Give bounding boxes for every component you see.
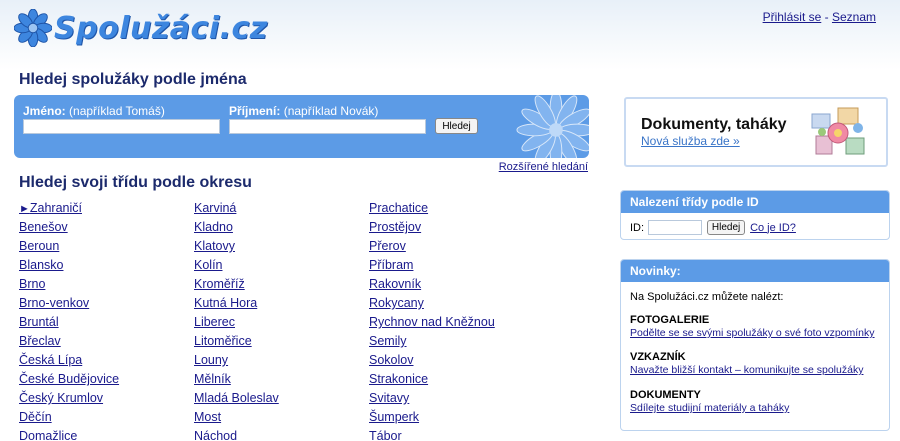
district-link[interactable]: Blansko <box>19 256 119 275</box>
district-link[interactable]: Prostějov <box>369 218 495 237</box>
seznam-link[interactable]: Seznam <box>832 10 876 24</box>
district-link[interactable]: Most <box>194 408 279 427</box>
district-column-3: Prachatice Prostějov Přerov Příbram Rako… <box>369 199 495 441</box>
district-link[interactable]: Liberec <box>194 313 279 332</box>
documents-promo[interactable]: Dokumenty, taháky Nová služba zde » <box>624 97 888 167</box>
district-link[interactable]: Strakonice <box>369 370 495 389</box>
district-link[interactable]: Kutná Hora <box>194 294 279 313</box>
district-link[interactable]: Kladno <box>194 218 279 237</box>
id-search-row: ID: Hledej Co je ID? <box>630 220 796 235</box>
district-link[interactable]: Semily <box>369 332 495 351</box>
advanced-search-link[interactable]: Rozšířené hledání <box>499 161 588 173</box>
district-link[interactable]: Bruntál <box>19 313 119 332</box>
logo-text: Spolužáci.cz <box>54 10 268 46</box>
first-name-hint: (například Tomáš) <box>69 104 165 118</box>
district-link[interactable]: Příbram <box>369 256 495 275</box>
district-link[interactable]: Tábor <box>369 427 495 441</box>
first-name-input[interactable] <box>23 119 220 134</box>
login-link[interactable]: Přihlásit se <box>763 10 822 24</box>
news-heading-photogallery: FOTOGALERIE <box>630 314 710 326</box>
last-name-input[interactable] <box>229 119 426 134</box>
district-link[interactable]: Mladá Boleslav <box>194 389 279 408</box>
district-column-1: ►Zahraničí Benešov Beroun Blansko Brno B… <box>19 199 119 441</box>
first-name-label: Jméno: (například Tomáš) <box>23 104 165 118</box>
district-link[interactable]: Beroun <box>19 237 119 256</box>
id-search-panel: Nalezení třídy podle ID ID: Hledej Co je… <box>620 190 890 240</box>
district-link[interactable]: ►Zahraničí <box>19 199 119 218</box>
district-link[interactable]: Louny <box>194 351 279 370</box>
news-intro: Na Spolužáci.cz můžete nalézt: <box>630 291 784 303</box>
play-arrow-icon: ► <box>19 203 30 215</box>
top-links: Přihlásit se - Seznam <box>763 10 876 24</box>
district-link[interactable]: Brno-venkov <box>19 294 119 313</box>
news-link-photogallery[interactable]: Podělte se se svými spolužáky o své foto… <box>630 327 875 339</box>
district-link[interactable]: Svitavy <box>369 389 495 408</box>
id-label: ID: <box>630 221 645 234</box>
district-link[interactable]: Brno <box>19 275 119 294</box>
last-name-hint: (například Novák) <box>283 104 379 118</box>
district-link[interactable]: Náchod <box>194 427 279 441</box>
district-link[interactable]: Domažlice <box>19 427 119 441</box>
id-panel-title: Nalezení třídy podle ID <box>621 191 889 213</box>
news-panel: Novinky: Na Spolužáci.cz můžete nalézt: … <box>620 259 890 431</box>
district-link[interactable]: Přerov <box>369 237 495 256</box>
name-search-form: Jméno: (například Tomáš) Příjmení: (např… <box>14 95 589 158</box>
first-name-label-text: Jméno: <box>23 104 66 118</box>
district-link[interactable]: Kolín <box>194 256 279 275</box>
site-logo[interactable]: Spolužáci.cz <box>14 8 268 48</box>
district-link[interactable]: Sokolov <box>369 351 495 370</box>
last-name-label: Příjmení: (například Novák) <box>229 104 378 118</box>
name-search-title: Hledej spolužáky podle jména <box>19 71 247 88</box>
district-link[interactable]: Klatovy <box>194 237 279 256</box>
news-heading-messages: VZKAZNÍK <box>630 351 686 363</box>
district-link[interactable]: Rokycany <box>369 294 495 313</box>
district-link[interactable]: Rakovník <box>369 275 495 294</box>
district-link[interactable]: Rychnov nad Kněžnou <box>369 313 495 332</box>
district-link[interactable]: Prachatice <box>369 199 495 218</box>
news-heading-documents: DOKUMENTY <box>630 389 701 401</box>
id-search-button[interactable]: Hledej <box>707 220 746 235</box>
district-link[interactable]: Mělník <box>194 370 279 389</box>
district-link[interactable]: Český Krumlov <box>19 389 119 408</box>
promo-link[interactable]: Nová služba zde » <box>641 134 740 148</box>
district-link[interactable]: Břeclav <box>19 332 119 351</box>
news-link-documents[interactable]: Sdílejte studijní materiály a taháky <box>630 402 789 414</box>
district-column-2: Karviná Kladno Klatovy Kolín Kroměříž Ku… <box>194 199 279 441</box>
news-link-messages[interactable]: Navažte bližší kontakt – komunikujte se … <box>630 364 863 376</box>
decorative-flower-icon <box>516 95 589 158</box>
top-links-separator: - <box>824 10 829 24</box>
last-name-label-text: Příjmení: <box>229 104 281 118</box>
documents-collage-icon <box>811 107 865 155</box>
flower-logo-icon <box>14 9 52 47</box>
district-link[interactable]: Karviná <box>194 199 279 218</box>
district-link[interactable]: Litoměřice <box>194 332 279 351</box>
district-link[interactable]: Kroměříž <box>194 275 279 294</box>
district-link[interactable]: Česká Lípa <box>19 351 119 370</box>
district-search-title: Hledej svoji třídu podle okresu <box>19 174 252 191</box>
district-link[interactable]: České Budějovice <box>19 370 119 389</box>
news-panel-title: Novinky: <box>621 260 889 282</box>
promo-title: Dokumenty, taháky <box>641 116 787 133</box>
district-link[interactable]: Benešov <box>19 218 119 237</box>
name-search-button[interactable]: Hledej <box>435 118 478 134</box>
id-input[interactable] <box>648 220 703 235</box>
what-is-id-link[interactable]: Co je ID? <box>750 222 796 234</box>
district-link[interactable]: Děčín <box>19 408 119 427</box>
district-link[interactable]: Šumperk <box>369 408 495 427</box>
